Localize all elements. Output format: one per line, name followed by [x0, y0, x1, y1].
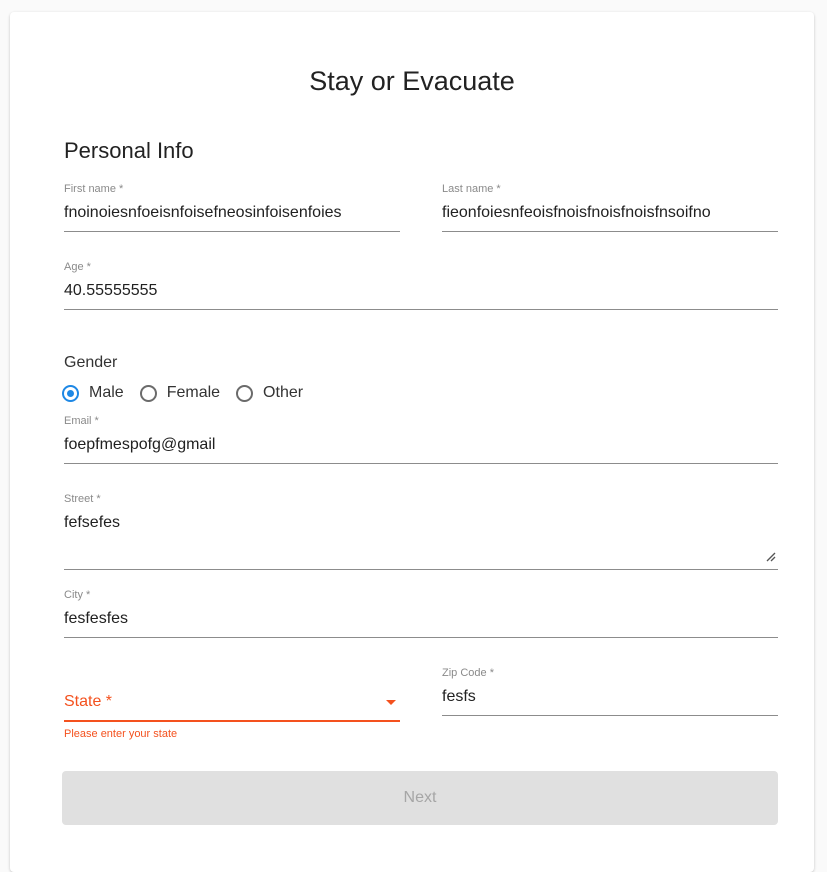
gender-option-label: Male — [89, 384, 124, 401]
age-underline — [64, 309, 778, 310]
dropdown-arrow-icon[interactable] — [386, 700, 396, 705]
gender-label: Gender — [64, 354, 118, 371]
zip-code-label: Zip Code * — [442, 667, 494, 679]
zip-code-underline — [442, 715, 778, 716]
email-underline — [64, 463, 778, 464]
street-underline — [64, 569, 778, 570]
state-select[interactable]: State * Please enter your state — [64, 692, 400, 740]
gender-radio-group: Male Female Other — [62, 380, 319, 406]
age-input[interactable]: 40.55555555 — [64, 281, 778, 301]
street-label: Street * — [64, 493, 101, 505]
gender-option-male[interactable]: Male — [62, 384, 124, 402]
zip-code-field[interactable]: Zip Code * fesfs — [442, 666, 778, 716]
state-underline — [64, 720, 400, 722]
state-error-message: Please enter your state — [64, 728, 178, 740]
first-name-input[interactable]: fnoinoiesnfoeisnfoisefneosinfoisenfoies — [64, 203, 400, 223]
next-button[interactable]: Next — [62, 771, 778, 825]
street-textarea[interactable]: fefsefes — [64, 513, 778, 561]
email-label: Email * — [64, 415, 99, 427]
radio-unchecked-icon[interactable] — [236, 384, 254, 402]
street-field[interactable]: Street * fefsefes — [64, 492, 778, 570]
radio-checked-icon[interactable] — [62, 384, 79, 402]
last-name-underline — [442, 231, 778, 232]
radio-unchecked-icon[interactable] — [139, 384, 157, 402]
zip-code-input[interactable]: fesfs — [442, 687, 778, 707]
state-label: State * — [64, 693, 113, 710]
age-field[interactable]: Age * 40.55555555 — [64, 260, 778, 310]
gender-option-label: Female — [166, 384, 221, 401]
page-title: Stay or Evacuate — [309, 66, 515, 96]
city-input[interactable]: fesfesfes — [64, 609, 778, 629]
resize-handle-icon[interactable] — [764, 550, 776, 562]
last-name-label: Last name * — [442, 183, 501, 195]
gender-option-other[interactable]: Other — [236, 384, 303, 402]
first-name-underline — [64, 231, 400, 232]
age-label: Age * — [64, 261, 91, 273]
gender-option-label: Other — [263, 384, 304, 401]
first-name-field[interactable]: First name * fnoinoiesnfoeisnfoisefneosi… — [64, 182, 400, 232]
gender-option-female[interactable]: Female — [139, 384, 221, 402]
section-title: Personal Info — [64, 138, 194, 163]
city-field[interactable]: City * fesfesfes — [64, 588, 778, 638]
first-name-label: First name * — [64, 183, 124, 195]
last-name-input[interactable]: fieonfoiesnfeoisfnoisfnoisfnoisfnsoifno — [442, 203, 778, 223]
email-field[interactable]: Email * foepfmespofg@gmail — [64, 414, 778, 464]
city-label: City * — [64, 589, 91, 601]
email-input[interactable]: foepfmespofg@gmail — [64, 435, 778, 455]
form-card: Stay or Evacuate Personal Info First nam… — [10, 12, 814, 872]
last-name-field[interactable]: Last name * fieonfoiesnfeoisfnoisfnoisfn… — [442, 182, 778, 232]
city-underline — [64, 637, 778, 638]
